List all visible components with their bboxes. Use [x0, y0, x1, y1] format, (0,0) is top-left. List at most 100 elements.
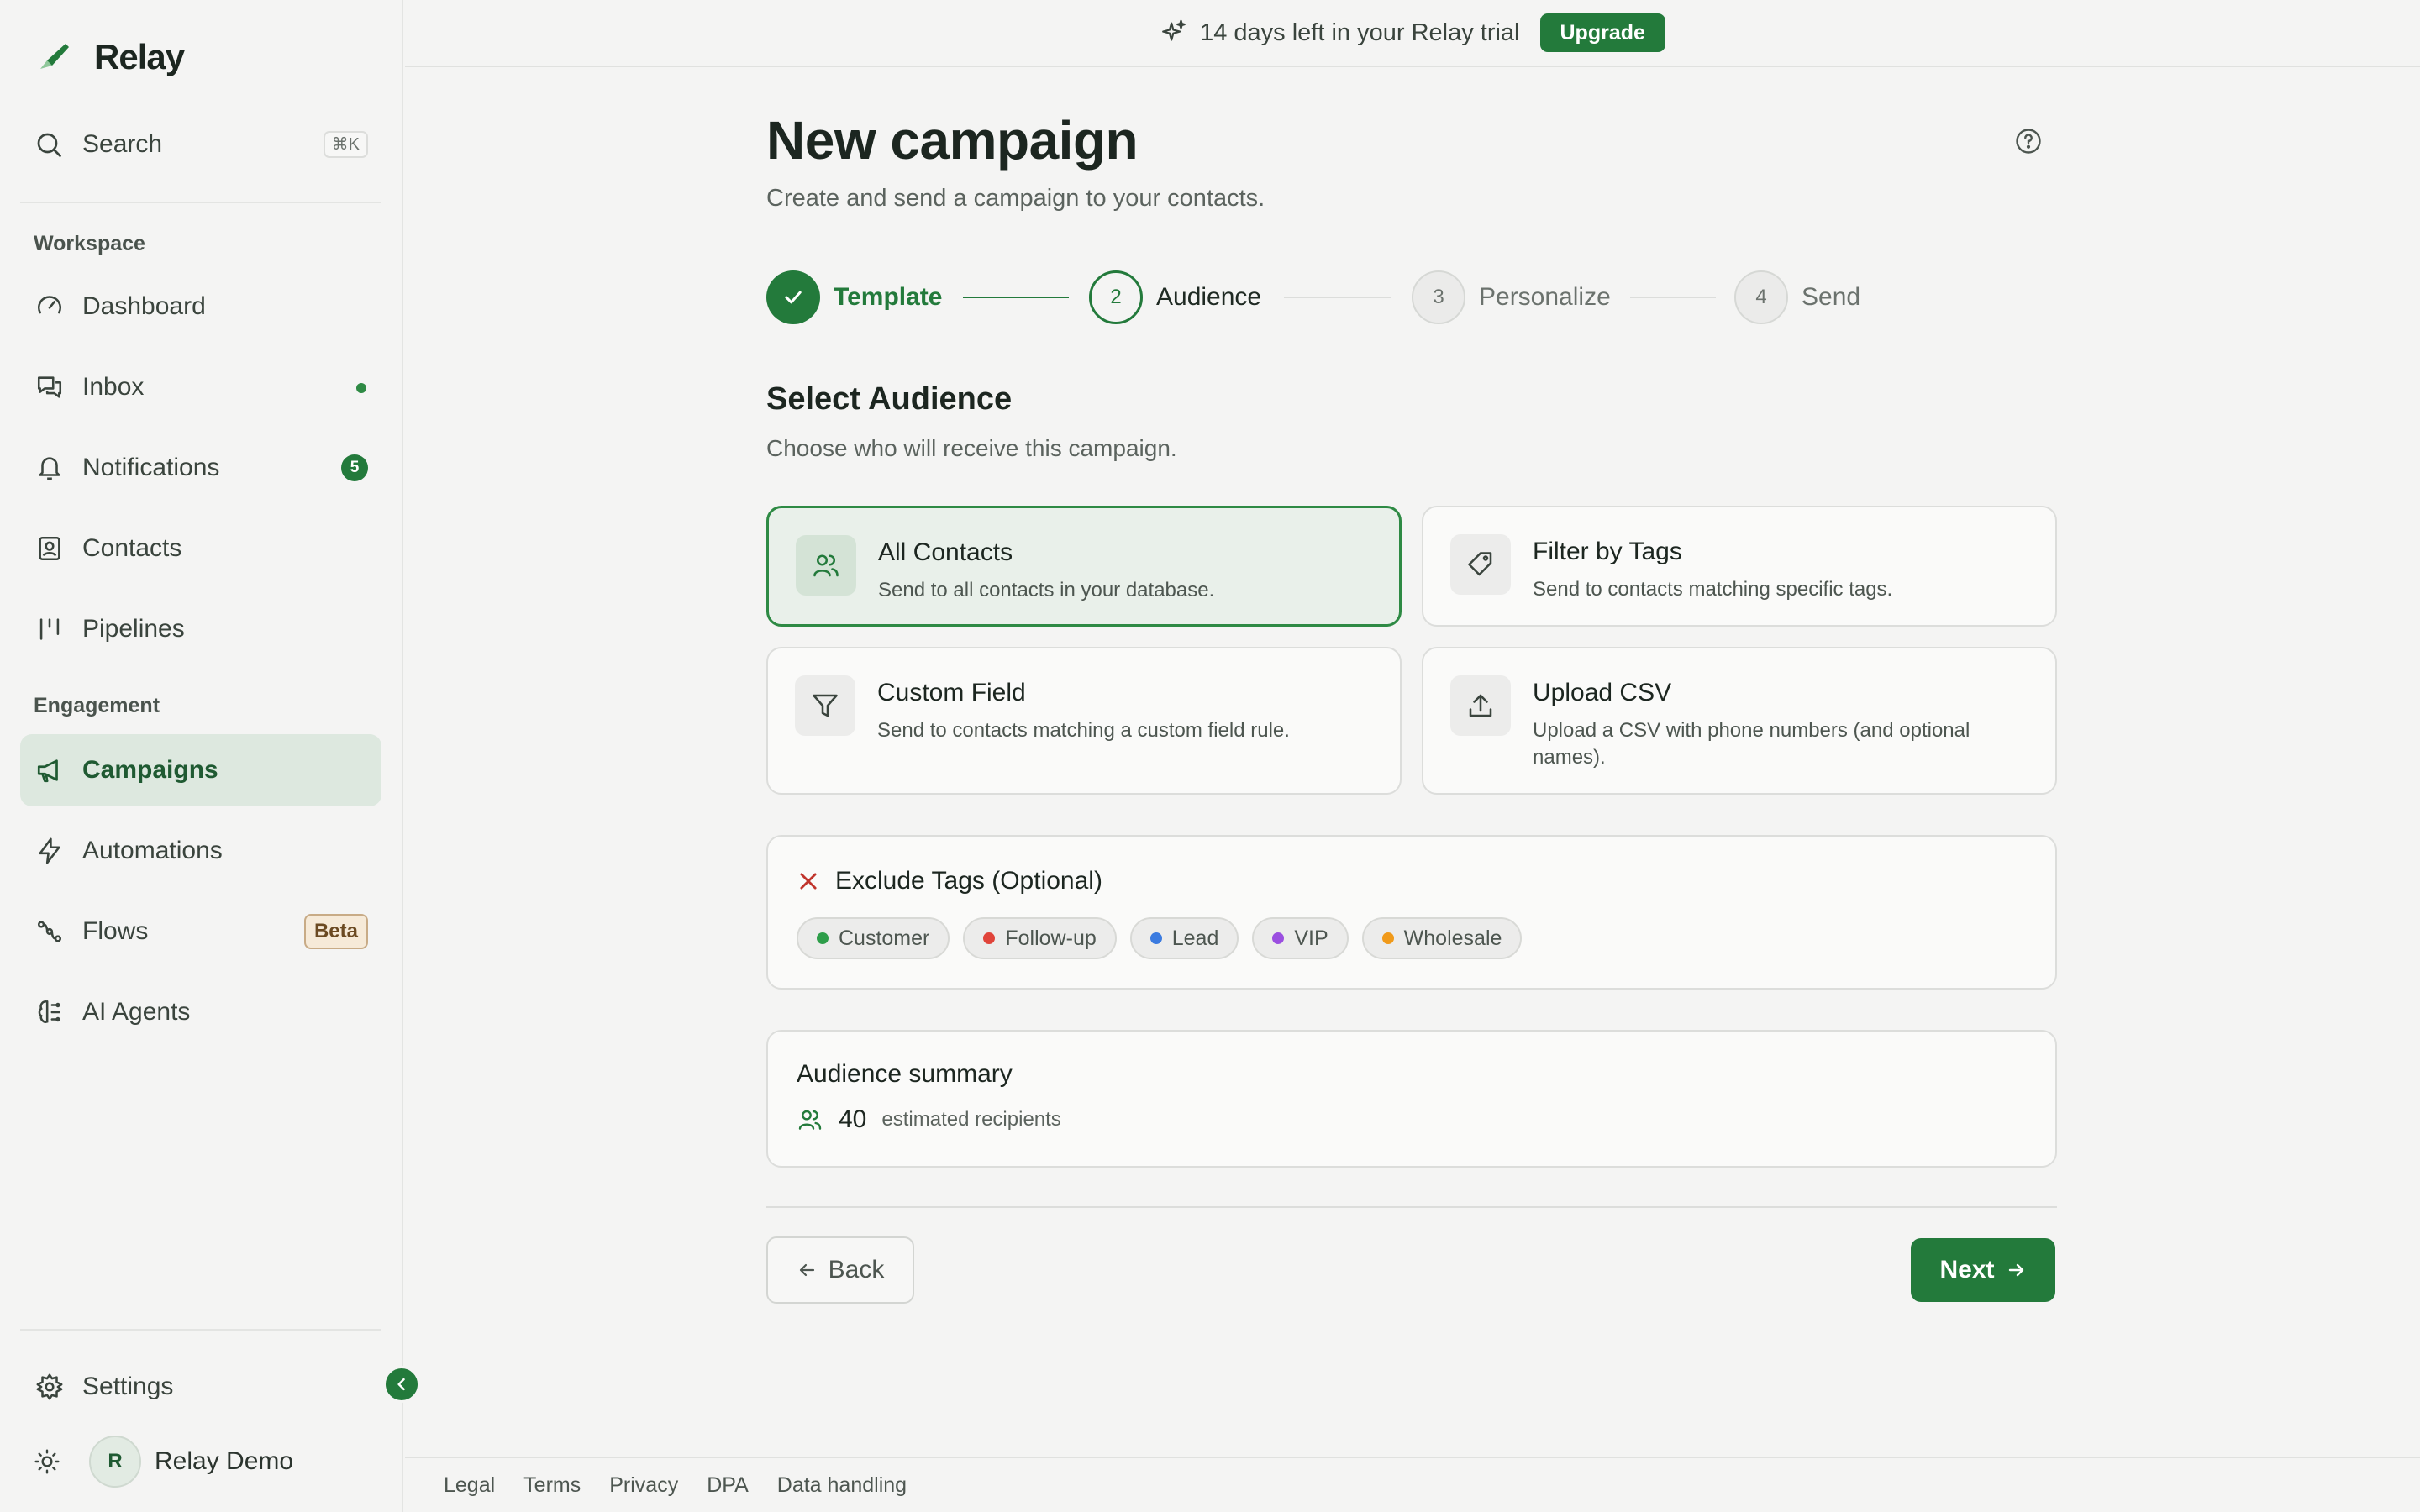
theme-toggle-icon[interactable] [34, 1448, 60, 1475]
sidebar-item-pipelines[interactable]: Pipelines [20, 593, 381, 665]
sidebar-item-ai-agents[interactable]: AI Agents [20, 976, 381, 1048]
close-icon [797, 869, 820, 893]
sidebar-item-label: AI Agents [82, 998, 191, 1026]
sidebar-item-label: Inbox [82, 373, 145, 401]
search-icon [34, 129, 64, 160]
sidebar-divider [20, 202, 381, 203]
actions-divider [766, 1206, 2057, 1208]
option-all-contacts[interactable]: All Contacts Send to all contacts in you… [766, 506, 1402, 627]
sidebar-item-dashboard[interactable]: Dashboard [20, 270, 381, 343]
option-filter-by-tags[interactable]: Filter by Tags Send to contacts matching… [1422, 506, 2057, 627]
tag-chip-customer[interactable]: Customer [797, 917, 950, 959]
sidebar: Relay Search ⌘K Workspace Dashboard Inbo… [0, 0, 403, 1512]
legal-footer: Legal Terms Privacy DPA Data handling [405, 1457, 2420, 1512]
brand[interactable]: Relay [35, 37, 185, 77]
tag-chip-vip[interactable]: VIP [1252, 917, 1349, 959]
step-connector [1284, 297, 1392, 298]
campaign-stepper: Template 2 Audience 3 Personalize 4 Send [766, 270, 1943, 324]
check-icon [766, 270, 820, 324]
contact-book-icon [34, 533, 66, 564]
exclude-tags-title: Exclude Tags (Optional) [835, 867, 1102, 895]
step-number: 2 [1089, 270, 1143, 324]
tag-label: Wholesale [1403, 926, 1502, 950]
tag-label: Follow-up [1005, 926, 1097, 950]
step-number: 3 [1412, 270, 1465, 324]
option-upload-csv[interactable]: Upload CSV Upload a CSV with phone numbe… [1422, 647, 2057, 795]
sidebar-item-settings[interactable]: Settings [20, 1351, 381, 1423]
option-title: Upload CSV [1533, 679, 1672, 706]
next-button[interactable]: Next [1911, 1238, 2055, 1302]
sidebar-divider [20, 1329, 381, 1331]
sidebar-item-label: Automations [82, 837, 223, 864]
dpa-link[interactable]: DPA [707, 1473, 749, 1498]
tag-icon [1450, 534, 1511, 595]
back-button[interactable]: Back [766, 1236, 914, 1304]
beta-badge: Beta [303, 914, 368, 949]
terms-link[interactable]: Terms [523, 1473, 581, 1498]
unread-dot [356, 383, 366, 393]
option-title: Custom Field [877, 679, 1026, 706]
help-icon[interactable] [2013, 126, 2044, 156]
option-description: Send to contacts matching specific tags. [1533, 578, 1893, 601]
collapse-sidebar-button[interactable] [383, 1366, 420, 1403]
tag-color-dot [1381, 932, 1394, 944]
sparkles-icon [1160, 18, 1188, 47]
notification-count-badge: 5 [341, 454, 368, 481]
legal-link[interactable]: Legal [444, 1473, 495, 1498]
data-handling-link[interactable]: Data handling [777, 1473, 907, 1498]
option-custom-field[interactable]: Custom Field Send to contacts matching a… [766, 647, 1402, 795]
avatar: R [89, 1436, 141, 1488]
tag-color-dot [1150, 932, 1162, 944]
chat-icon [34, 371, 66, 403]
tag-label: Customer [839, 926, 930, 950]
sidebar-item-inbox[interactable]: Inbox [20, 351, 381, 423]
sidebar-item-notifications[interactable]: Notifications 5 [20, 432, 381, 504]
search-button[interactable]: Search ⌘K [34, 126, 368, 163]
user-profile[interactable]: R Relay Demo [34, 1435, 293, 1488]
gear-icon [34, 1371, 66, 1403]
search-label: Search [82, 130, 163, 158]
step-label: Send [1802, 283, 1861, 311]
option-description: Send to contacts matching a custom field… [877, 719, 1290, 742]
sidebar-item-label: Contacts [82, 534, 182, 562]
arrow-left-icon [797, 1260, 817, 1280]
sidebar-item-label: Settings [82, 1373, 174, 1400]
audience-title: Select Audience [766, 381, 1013, 417]
sidebar-item-label: Dashboard [82, 292, 206, 320]
exclude-tag-list: Customer Follow-up Lead VIP Wholesale [797, 917, 1523, 959]
back-label: Back [828, 1256, 885, 1284]
step-connector [963, 297, 1069, 298]
sidebar-item-label: Pipelines [82, 615, 185, 643]
sidebar-item-label: Notifications [82, 454, 220, 481]
users-icon [797, 1106, 823, 1133]
filter-icon [795, 675, 855, 736]
tag-label: Lead [1171, 926, 1219, 950]
sidebar-item-automations[interactable]: Automations [20, 815, 381, 887]
brand-name: Relay [94, 37, 185, 76]
step-template[interactable]: Template [766, 270, 942, 324]
tag-chip-wholesale[interactable]: Wholesale [1361, 917, 1523, 959]
flow-icon [34, 916, 66, 948]
trial-text: 14 days left in your Relay trial [1200, 18, 1520, 46]
step-send[interactable]: 4 Send [1734, 270, 1860, 324]
step-personalize[interactable]: 3 Personalize [1412, 270, 1611, 324]
recipient-label: estimated recipients [881, 1108, 1061, 1131]
audience-subtitle: Choose who will receive this campaign. [766, 435, 1177, 461]
megaphone-icon [34, 754, 66, 786]
gauge-icon [34, 291, 66, 323]
tag-chip-follow-up[interactable]: Follow-up [963, 917, 1117, 959]
step-label: Audience [1156, 283, 1262, 311]
step-audience[interactable]: 2 Audience [1089, 270, 1261, 324]
option-title: All Contacts [878, 538, 1013, 566]
upload-icon [1450, 675, 1511, 736]
option-title: Filter by Tags [1533, 538, 1682, 565]
lightning-icon [34, 835, 66, 867]
sidebar-item-campaigns[interactable]: Campaigns [20, 734, 381, 806]
sidebar-item-flows[interactable]: Flows Beta [20, 895, 381, 968]
tag-color-dot [817, 932, 829, 944]
summary-title: Audience summary [797, 1060, 1013, 1088]
tag-chip-lead[interactable]: Lead [1129, 917, 1239, 959]
privacy-link[interactable]: Privacy [609, 1473, 678, 1498]
upgrade-button[interactable]: Upgrade [1539, 13, 1665, 52]
sidebar-item-contacts[interactable]: Contacts [20, 512, 381, 585]
